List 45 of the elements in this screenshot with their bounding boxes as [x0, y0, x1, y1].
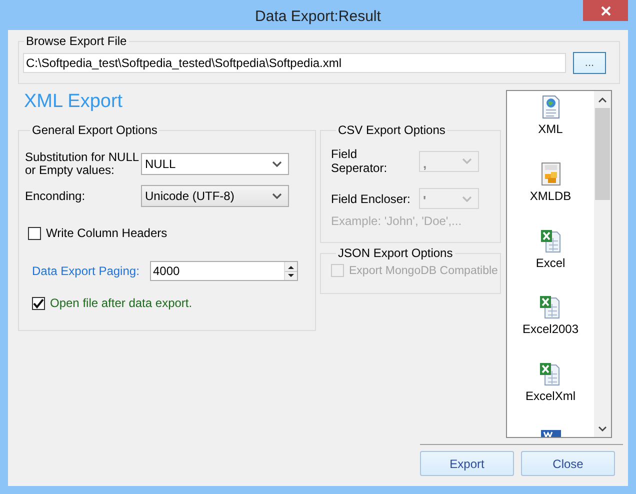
- chevron-down-icon: [462, 196, 472, 202]
- path-field[interactable]: C:\Softpedia_test\Softpedia_tested\Softpedia\Softpedia.xml: [23, 53, 566, 73]
- scrollbar[interactable]: [594, 91, 611, 437]
- field-label: Substitution for NULL or Empty values:: [25, 151, 140, 177]
- format-item[interactable]: XML: [538, 95, 563, 162]
- field-label: Field Encloser:: [331, 192, 412, 206]
- window-title: Data Export:Result: [255, 8, 381, 24]
- dialog-button[interactable]: Export: [420, 451, 514, 476]
- format-item[interactable]: Excel: [536, 228, 566, 296]
- scroll-down-icon[interactable]: [598, 426, 607, 432]
- spreadsheet-icon: [539, 295, 562, 320]
- chevron-down-icon: [462, 158, 472, 164]
- chevron-down-icon: [272, 193, 282, 199]
- group-title: General Export Options: [31, 123, 158, 137]
- close-icon: [600, 6, 610, 16]
- field-label: Field Seperator:: [331, 147, 388, 175]
- format-item[interactable]: Excel2003: [522, 295, 579, 362]
- checkbox[interactable]: [32, 296, 45, 310]
- checkbox-label: Export MongoDB Compatible: [349, 264, 498, 276]
- section-heading: XML Export: [24, 91, 124, 114]
- dialog-button[interactable]: Close: [521, 451, 615, 476]
- group-title: CSV Export Options: [337, 123, 446, 137]
- group-title: Browse Export File: [25, 34, 128, 48]
- spreadsheet-icon: [540, 228, 562, 253]
- scroll-up-icon[interactable]: [598, 97, 607, 103]
- checkbox-label: Write Column Headers: [46, 226, 168, 240]
- example-text: Example: 'John', 'Doe',...: [331, 214, 463, 228]
- dropdown[interactable]: NULL: [141, 153, 289, 175]
- close-button[interactable]: [583, 0, 628, 21]
- scroll-thumb[interactable]: [595, 108, 610, 200]
- dropdown[interactable]: Unicode (UTF-8): [141, 185, 289, 207]
- field-label: Data Export Paging:: [32, 264, 140, 278]
- format-item[interactable]: ExcelXml: [525, 362, 576, 429]
- globe-document-icon: [540, 95, 562, 119]
- format-item[interactable]: XMLDB: [530, 162, 572, 229]
- field-label: Enconding:: [25, 190, 86, 202]
- checkbox[interactable]: [28, 226, 41, 240]
- browse-button[interactable]: ...: [573, 52, 606, 74]
- checkbox-label: Open file after data export.: [50, 296, 192, 310]
- format-item[interactable]: [540, 428, 562, 437]
- group-title: JSON Export Options: [337, 246, 454, 260]
- chevron-down-icon: [272, 161, 282, 167]
- spreadsheet-icon: [539, 362, 562, 386]
- database-document-icon: [540, 162, 562, 186]
- number-spinner[interactable]: 4000: [150, 261, 298, 281]
